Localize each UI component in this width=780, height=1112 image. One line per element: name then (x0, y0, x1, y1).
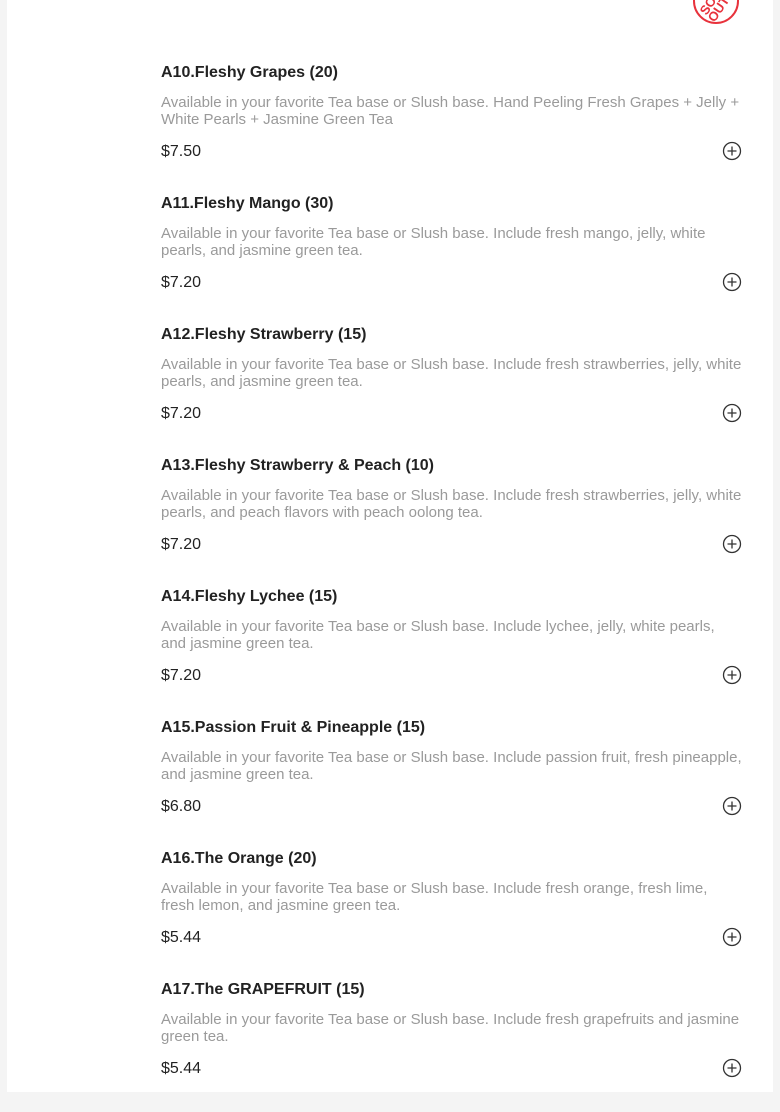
item-price: $5.44 (161, 1060, 202, 1077)
item-title: A17.The GRAPEFRUIT (15) (161, 981, 365, 998)
item-title: A16.The Orange (20) (161, 850, 317, 867)
item-title: A13.Fleshy Strawberry & Peach (10) (161, 457, 435, 474)
item-description: Available in your favorite Tea base or S… (161, 94, 740, 128)
item-title: A14.Fleshy Lychee (15) (161, 588, 338, 605)
plus-circle-icon[interactable] (722, 1058, 742, 1078)
item-price: $7.20 (161, 274, 202, 291)
item-description: Available in your favorite Tea base or S… (161, 356, 742, 390)
plus-circle-icon[interactable] (722, 272, 742, 292)
plus-circle-icon[interactable] (722, 665, 742, 685)
item-price: $7.20 (161, 536, 202, 553)
menu-item[interactable]: A15.Passion Fruit & Pineapple (15) Avail… (161, 719, 746, 850)
menu-item[interactable]: A12.Fleshy Strawberry (15) Available in … (161, 326, 746, 457)
plus-circle-icon[interactable] (722, 403, 742, 423)
item-price: $7.50 (161, 143, 202, 160)
item-price: $6.80 (161, 798, 202, 815)
item-description: Available in your favorite Tea base or S… (161, 749, 742, 783)
menu-item[interactable]: A11.Fleshy Mango (30) Available in your … (161, 195, 746, 326)
plus-circle-icon[interactable] (722, 141, 742, 161)
item-description: Available in your favorite Tea base or S… (161, 225, 706, 259)
item-title: A11.Fleshy Mango (30) (161, 195, 334, 212)
item-description: Available in your favorite Tea base or S… (161, 487, 742, 521)
plus-circle-icon[interactable] (722, 796, 742, 816)
item-description: Available in your favorite Tea base or S… (161, 880, 708, 914)
item-price: $5.44 (161, 929, 202, 946)
menu-item[interactable]: A10.Fleshy Grapes (20) Available in your… (161, 64, 746, 195)
menu-item[interactable]: A16.The Orange (20) Available in your fa… (161, 850, 746, 981)
item-price: $7.20 (161, 667, 202, 684)
item-price: $7.20 (161, 405, 202, 422)
item-description: Available in your favorite Tea base or S… (161, 618, 715, 652)
item-title: A12.Fleshy Strawberry (15) (161, 326, 367, 343)
plus-circle-icon[interactable] (722, 534, 742, 554)
item-title: A15.Passion Fruit & Pineapple (15) (161, 719, 426, 736)
menu-item[interactable]: A14.Fleshy Lychee (15) Available in your… (161, 588, 746, 719)
plus-circle-icon[interactable] (722, 927, 742, 947)
menu-item[interactable]: A17.The GRAPEFRUIT (15) Available in you… (161, 981, 746, 1112)
item-description: Available in your favorite Tea base or S… (161, 1011, 740, 1045)
menu-item[interactable]: A13.Fleshy Strawberry & Peach (10) Avail… (161, 457, 746, 588)
item-title: A10.Fleshy Grapes (20) (161, 64, 338, 81)
